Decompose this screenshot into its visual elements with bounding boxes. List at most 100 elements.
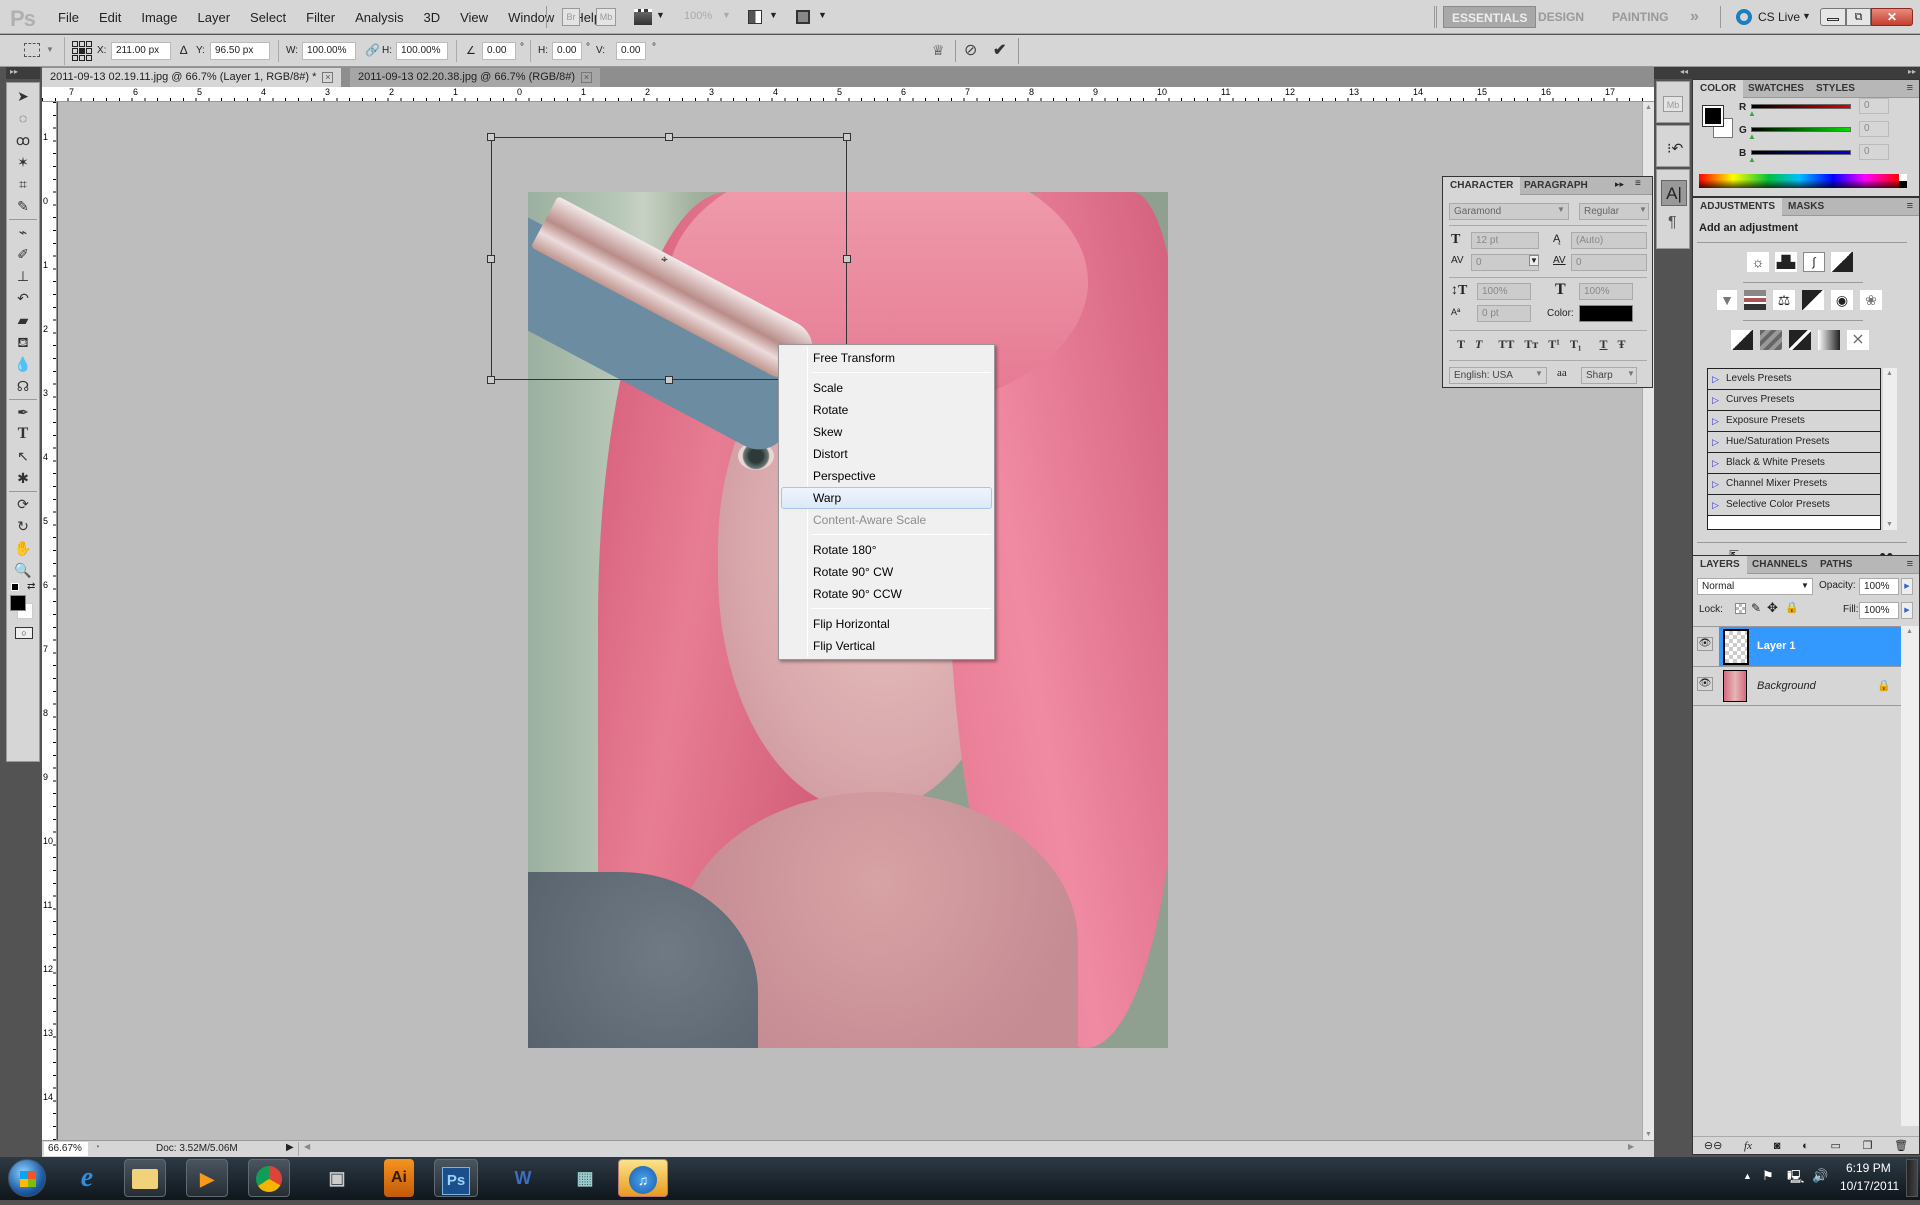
start-button[interactable] bbox=[8, 1159, 46, 1197]
preset-item[interactable]: ▷ Selective Color Presets bbox=[1708, 495, 1880, 516]
new-adjustment-layer-icon[interactable]: ◐ bbox=[1802, 1140, 1809, 1152]
menu-filter[interactable]: Filter bbox=[296, 10, 345, 25]
tab-character[interactable]: CHARACTER bbox=[1443, 177, 1521, 195]
visibility-eye-icon[interactable]: 👁 bbox=[1697, 677, 1713, 691]
taskbar-word[interactable]: W bbox=[502, 1159, 544, 1197]
ramp-white[interactable] bbox=[1899, 174, 1907, 181]
tool-preset-dropdown-icon[interactable]: ▼ bbox=[46, 45, 54, 54]
tool-preset-picker-icon[interactable] bbox=[24, 43, 40, 57]
vertical-scale-input[interactable]: 100% bbox=[1477, 283, 1531, 300]
zoom-tool-icon[interactable]: 🔍 bbox=[7, 559, 39, 581]
lasso-tool-icon[interactable]: ꝏ bbox=[7, 129, 39, 151]
action-center-flag-icon[interactable]: ⚑ bbox=[1762, 1168, 1774, 1184]
panels-expand-icon[interactable]: ▸▸ bbox=[1692, 67, 1920, 79]
menu-item-flip-horizontal[interactable]: Flip Horizontal bbox=[781, 613, 992, 635]
expand-triangle-icon[interactable]: ▷ bbox=[1712, 411, 1719, 431]
blend-mode-dropdown[interactable]: Normal bbox=[1697, 578, 1813, 595]
swap-colors-icon[interactable]: ⇄ bbox=[27, 581, 35, 592]
link-chain-icon[interactable]: 🔗 bbox=[365, 43, 380, 57]
exposure-icon[interactable] bbox=[1831, 252, 1853, 272]
scroll-up-icon[interactable]: ▲ bbox=[1886, 370, 1893, 377]
language-dropdown[interactable]: English: USA bbox=[1449, 367, 1547, 384]
relative-position-icon[interactable]: ∆ bbox=[180, 43, 187, 57]
horizontal-scale-input[interactable]: 100% bbox=[1579, 283, 1633, 300]
taskbar-illustrator[interactable]: Ai bbox=[384, 1159, 414, 1197]
selective-color-icon[interactable]: ⨯ bbox=[1847, 330, 1869, 350]
underline-button[interactable]: T bbox=[1600, 337, 1608, 352]
tab-adjustments[interactable]: ADJUSTMENTS bbox=[1693, 198, 1783, 216]
taskbar-itunes[interactable]: ♫ bbox=[618, 1159, 668, 1197]
transform-handle-bottom-left[interactable] bbox=[487, 376, 495, 384]
workspace-essentials[interactable]: ESSENTIALS bbox=[1443, 6, 1537, 28]
volume-icon[interactable]: 🔊 bbox=[1812, 1168, 1828, 1184]
scroll-down-icon[interactable]: ▼ bbox=[1886, 521, 1893, 528]
healing-brush-tool-icon[interactable]: ⌁ bbox=[7, 221, 39, 243]
transform-handle-left[interactable] bbox=[487, 255, 495, 263]
view-extras-icon[interactable] bbox=[634, 9, 652, 25]
all-caps-button[interactable]: TT bbox=[1498, 337, 1514, 352]
workspace-painting[interactable]: PAINTING bbox=[1604, 6, 1676, 28]
menu-item-rotate-90-ccw[interactable]: Rotate 90° CCW bbox=[781, 583, 992, 605]
taskbar-internet-explorer[interactable]: e bbox=[66, 1159, 108, 1197]
eraser-tool-icon[interactable]: ▰ bbox=[7, 309, 39, 331]
channel-value-input[interactable]: 0 bbox=[1859, 98, 1889, 114]
small-caps-button[interactable]: Tт bbox=[1524, 337, 1538, 352]
menu-select[interactable]: Select bbox=[240, 10, 296, 25]
slider-thumb-icon[interactable]: ▲ bbox=[1748, 155, 1756, 164]
layer-style-fx-icon[interactable]: fx bbox=[1744, 1140, 1752, 1152]
delete-layer-icon[interactable]: 🗑 bbox=[1894, 1139, 1908, 1152]
slider-thumb-icon[interactable]: ▲ bbox=[1748, 132, 1756, 141]
history-brush-tool-icon[interactable]: ↶ bbox=[7, 287, 39, 309]
workspace-design[interactable]: DESIGN bbox=[1530, 6, 1592, 28]
menu-edit[interactable]: Edit bbox=[89, 10, 131, 25]
menu-item-skew[interactable]: Skew bbox=[781, 421, 992, 443]
tab-document-2[interactable]: 2011-09-13 02.20.38.jpg @ 66.7% (RGB/8#)… bbox=[350, 68, 601, 87]
levels-icon[interactable]: ▟▙ bbox=[1775, 252, 1797, 272]
show-hidden-icons[interactable]: ▲ bbox=[1743, 1171, 1752, 1181]
transform-handle-right[interactable] bbox=[843, 255, 851, 263]
move-tool-icon[interactable]: ➤ bbox=[7, 85, 39, 107]
transform-handle-top-left[interactable] bbox=[487, 133, 495, 141]
text-color-swatch[interactable] bbox=[1579, 305, 1633, 322]
taskbar-camera-app[interactable]: ▣ bbox=[316, 1159, 358, 1197]
menu-item-scale[interactable]: Scale bbox=[781, 377, 992, 399]
expand-triangle-icon[interactable]: ▷ bbox=[1712, 453, 1719, 473]
horizontal-skew-input[interactable]: 0.00 bbox=[552, 42, 582, 60]
custom-shape-tool-icon[interactable]: ✱ bbox=[7, 467, 39, 489]
link-layers-icon[interactable]: ⊖⊖ bbox=[1704, 1139, 1722, 1152]
vibrance-icon[interactable]: ▼ bbox=[1717, 290, 1737, 310]
scroll-down-icon[interactable]: ▼ bbox=[1645, 1131, 1652, 1138]
layers-scrollbar[interactable]: ▲ bbox=[1901, 626, 1919, 1126]
show-desktop-button[interactable] bbox=[1906, 1159, 1918, 1197]
add-mask-icon[interactable]: ◙ bbox=[1774, 1140, 1781, 1152]
menu-file[interactable]: File bbox=[48, 10, 89, 25]
panel-menu-icon[interactable]: ≡ bbox=[1907, 558, 1913, 570]
tab-paragraph[interactable]: PARAGRAPH bbox=[1517, 177, 1595, 195]
3d-rotate-tool-icon[interactable]: ⟳ bbox=[7, 493, 39, 515]
brightness-contrast-icon[interactable]: ☼ bbox=[1747, 252, 1769, 272]
height-scale-input[interactable]: 100.00% bbox=[396, 42, 448, 60]
tab-masks[interactable]: MASKS bbox=[1781, 198, 1831, 216]
pen-tool-icon[interactable]: ✒ bbox=[7, 401, 39, 423]
arrange-dropdown-icon[interactable]: ▼ bbox=[769, 10, 778, 20]
opacity-input[interactable]: 100% bbox=[1859, 578, 1899, 595]
menu-item-perspective[interactable]: Perspective bbox=[781, 465, 992, 487]
foreground-color-swatch[interactable] bbox=[1702, 105, 1724, 127]
tab-styles[interactable]: STYLES bbox=[1809, 80, 1862, 98]
quick-mask-icon[interactable]: ○ bbox=[15, 627, 33, 639]
crop-tool-icon[interactable]: ⌗ bbox=[7, 173, 39, 195]
curves-icon[interactable]: ∫ bbox=[1803, 252, 1825, 272]
path-selection-tool-icon[interactable]: ↖ bbox=[7, 445, 39, 467]
scroll-left-icon[interactable]: ◀ bbox=[304, 1142, 310, 1151]
close-tab-icon[interactable]: × bbox=[581, 72, 593, 83]
screen-mode-icon[interactable] bbox=[796, 10, 810, 24]
posterize-icon[interactable] bbox=[1760, 330, 1782, 350]
tab-document-1[interactable]: 2011-09-13 02.19.11.jpg @ 66.7% (Layer 1… bbox=[42, 68, 342, 87]
character-panel-icon[interactable]: A| bbox=[1661, 180, 1687, 206]
faux-italic-button[interactable]: T bbox=[1475, 337, 1482, 352]
history-icon[interactable]: ⁝↶ bbox=[1667, 140, 1683, 157]
preset-item[interactable]: ▷ Levels Presets bbox=[1708, 369, 1880, 390]
font-family-dropdown[interactable]: Garamond bbox=[1449, 203, 1569, 220]
leading-input[interactable]: (Auto) bbox=[1571, 232, 1647, 249]
new-group-icon[interactable]: ▭ bbox=[1830, 1139, 1840, 1152]
